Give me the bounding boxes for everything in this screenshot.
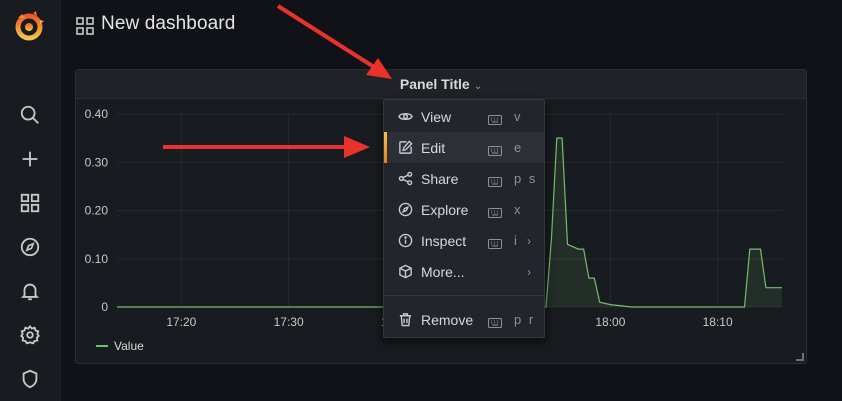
menu-item-shortcut: p s <box>514 171 538 186</box>
chevron-down-icon[interactable]: ⌄ <box>474 81 482 92</box>
panel-title-text[interactable]: Panel Title <box>400 76 470 92</box>
menu-item-explore[interactable]: Explore x <box>384 194 544 225</box>
bell-icon[interactable] <box>18 279 42 303</box>
resize-handle[interactable] <box>796 353 804 361</box>
keyboard-icon <box>488 205 502 218</box>
menu-item-share[interactable]: Share p s <box>384 163 544 194</box>
menu-item-label: Inspect <box>421 232 467 249</box>
menu-item-label: Remove <box>421 311 474 328</box>
apps-icon[interactable] <box>18 191 42 215</box>
chevron-right-icon: › <box>527 233 531 248</box>
keyboard-icon <box>488 236 502 249</box>
shield-icon[interactable] <box>18 367 42 391</box>
x-tick-label: 17:30 <box>274 315 304 329</box>
panel-menu: View v Edit e Share p s Explore x Inspect i › More.… <box>383 99 545 338</box>
edit-icon <box>397 140 413 156</box>
menu-item-inspect[interactable]: Inspect i › <box>384 225 544 256</box>
menu-item-view[interactable]: View v <box>384 101 544 132</box>
menu-item-label: Explore <box>421 201 469 218</box>
compass-icon[interactable] <box>18 235 42 259</box>
menu-item-label: View <box>421 108 452 125</box>
keyboard-icon <box>488 174 502 187</box>
menu-item-more[interactable]: More... › <box>384 256 544 287</box>
dashboard-grid-icon <box>76 17 94 35</box>
cube-icon <box>397 264 413 280</box>
menu-item-shortcut: x <box>514 202 523 217</box>
panel-header[interactable]: Panel Title ⌄ <box>76 70 806 99</box>
menu-item-label: Share <box>421 170 459 187</box>
x-tick-label: 18:10 <box>703 315 733 329</box>
sidebar <box>0 0 61 401</box>
menu-item-shortcut: i <box>514 233 519 248</box>
menu-item-label: Edit <box>421 139 446 156</box>
share-icon <box>397 171 413 187</box>
trash-icon <box>397 312 413 328</box>
menu-item-shortcut: p r <box>514 312 536 327</box>
legend-label[interactable]: Value <box>114 339 144 353</box>
menu-item-shortcut: e <box>514 140 524 155</box>
menu-item-edit[interactable]: Edit e <box>384 132 544 163</box>
menu-item-shortcut: v <box>514 109 523 124</box>
search-icon[interactable] <box>18 103 42 127</box>
legend-swatch <box>96 345 108 347</box>
plus-icon[interactable] <box>18 147 42 171</box>
grafana-logo-icon[interactable] <box>12 9 46 43</box>
y-tick-label: 0.20 <box>85 204 109 218</box>
x-tick-label: 17:20 <box>166 315 196 329</box>
panel-title[interactable]: Panel Title ⌄ <box>76 76 806 92</box>
x-tick-label: 18:00 <box>595 315 625 329</box>
chevron-right-icon: › <box>527 264 531 279</box>
info-icon <box>397 233 413 249</box>
y-tick-label: 0.40 <box>85 107 109 121</box>
dashboard-title[interactable]: New dashboard <box>101 13 235 35</box>
y-tick-label: 0 <box>101 300 108 314</box>
eye-icon <box>397 109 413 125</box>
compass-icon <box>397 202 413 218</box>
y-tick-label: 0.30 <box>85 155 109 169</box>
keyboard-icon <box>488 315 502 328</box>
legend[interactable]: Value <box>96 339 144 353</box>
keyboard-icon <box>488 143 502 156</box>
gear-icon[interactable] <box>18 323 42 347</box>
keyboard-icon <box>488 112 502 125</box>
y-tick-label: 0.10 <box>85 252 109 266</box>
menu-item-remove[interactable]: Remove p r <box>384 304 544 335</box>
menu-divider <box>384 295 544 296</box>
menu-item-label: More... <box>421 263 465 280</box>
